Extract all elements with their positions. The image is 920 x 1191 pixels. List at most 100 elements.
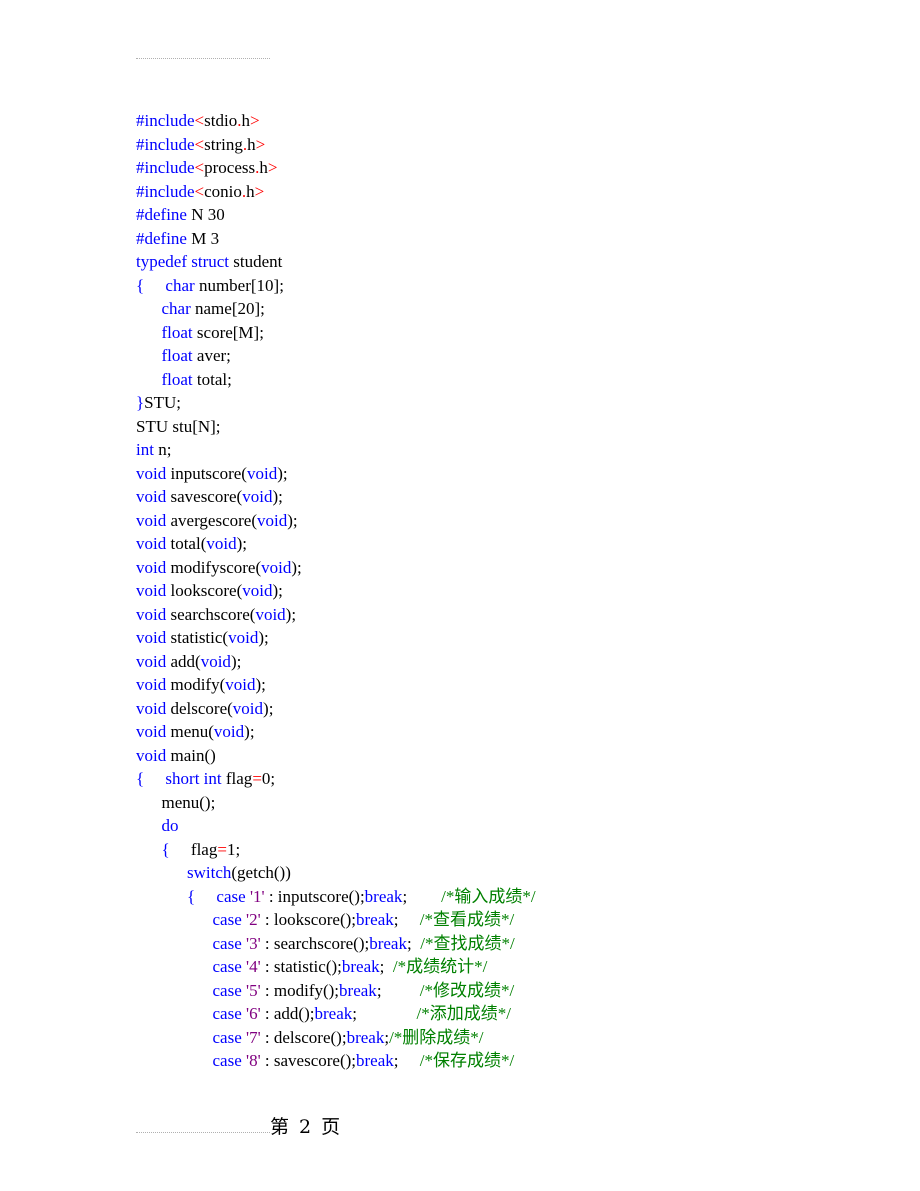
code-line: do xyxy=(136,814,536,838)
keyword-token: do xyxy=(161,816,179,835)
operator-token: = xyxy=(252,769,262,788)
keyword-token: void xyxy=(136,698,167,718)
char-literal-token: '6' xyxy=(246,1004,261,1023)
keyword-token: break xyxy=(369,933,407,953)
char-literal-token: '3' xyxy=(246,933,261,953)
comment-token: /*查看成绩*/ xyxy=(419,910,515,929)
keyword-token: case xyxy=(212,980,242,1000)
operator-token: < xyxy=(194,158,205,177)
code-text-token: ); xyxy=(263,698,274,718)
operator-token: > xyxy=(267,158,278,177)
code-line: void modify(void); xyxy=(136,673,536,697)
code-text-token: number[10]; xyxy=(194,275,284,295)
keyword-token: void xyxy=(200,651,231,671)
keyword-token: void xyxy=(228,628,259,647)
code-line: void total(void); xyxy=(136,532,536,556)
page-number: 第 2 页 xyxy=(270,1116,343,1138)
keyword-token: case xyxy=(212,1027,242,1047)
keyword-token: struct xyxy=(191,252,230,271)
code-text-token: name[20]; xyxy=(190,299,265,318)
keyword-token: void xyxy=(213,722,245,741)
code-text-token: statistic( xyxy=(166,628,229,647)
keyword-token: { xyxy=(187,886,196,906)
footer-rule xyxy=(136,1132,270,1133)
code-text-token: ; xyxy=(393,1051,420,1070)
code-text-token: STU; xyxy=(144,393,182,412)
operator-token: > xyxy=(249,111,260,130)
keyword-token: void xyxy=(242,581,273,600)
code-line: void lookscore(void); xyxy=(136,579,536,603)
code-line: switch(getch()) xyxy=(136,861,536,885)
code-text-token: : modify(); xyxy=(260,980,340,1000)
code-text-token: ); xyxy=(272,487,283,506)
keyword-token: void xyxy=(225,675,256,694)
keyword-token: break xyxy=(314,1004,353,1023)
code-line: case '4' : statistic();break; /*成绩统计*/ xyxy=(136,955,536,979)
code-text-token: add( xyxy=(166,651,201,671)
code-line: case '7' : delscore();break;/*删除成绩*/ xyxy=(136,1026,536,1050)
keyword-token: { xyxy=(161,839,170,859)
code-text-token: menu(); xyxy=(136,792,216,812)
code-text-token: delscore( xyxy=(166,698,233,718)
code-line: case '8' : savescore();break; /*保存成绩*/ xyxy=(136,1049,536,1073)
code-line: #include<stdio.h> xyxy=(136,109,536,133)
code-line: STU stu[N]; xyxy=(136,415,536,439)
code-text-token: ); xyxy=(255,675,266,694)
code-text-token: ); xyxy=(236,534,247,553)
code-line: typedef struct student xyxy=(136,250,536,274)
char-literal-token: '4' xyxy=(246,957,261,976)
header-rule xyxy=(136,58,270,59)
code-line: void statistic(void); xyxy=(136,626,536,650)
code-line: char name[20]; xyxy=(136,297,536,321)
code-text-token: : searchscore(); xyxy=(260,933,370,953)
keyword-token: void xyxy=(136,675,167,694)
comment-token: /*添加成绩*/ xyxy=(416,1004,511,1023)
keyword-token: case xyxy=(212,1051,242,1070)
comment-token: /*删除成绩*/ xyxy=(389,1027,484,1047)
comment-token: /*成绩统计*/ xyxy=(392,957,488,976)
code-line: case '3' : searchscore();break; /*查找成绩*/ xyxy=(136,932,536,956)
keyword-token: break xyxy=(346,1027,385,1047)
code-line: void modifyscore(void); xyxy=(136,556,536,580)
code-text-token: string xyxy=(204,134,243,154)
keyword-token: break xyxy=(356,910,394,929)
code-text-token: menu( xyxy=(166,722,214,741)
code-line: case '5' : modify();break; /*修改成绩*/ xyxy=(136,979,536,1003)
keyword-token: void xyxy=(136,557,167,577)
code-text-token: searchscore( xyxy=(166,604,256,624)
code-text-token: N 30 xyxy=(186,205,225,224)
code-line: void main() xyxy=(136,744,536,768)
operator-token: > xyxy=(255,134,266,154)
code-text-token: modify( xyxy=(166,675,226,694)
code-text-token: flag xyxy=(221,769,253,788)
code-text-token: process xyxy=(204,158,256,177)
code-text-token: ); xyxy=(291,557,302,577)
code-text-token: flag xyxy=(169,839,218,859)
operator-token: > xyxy=(254,181,265,201)
keyword-token: void xyxy=(136,510,167,530)
keyword-token: void xyxy=(136,534,167,553)
code-line: float total; xyxy=(136,368,536,392)
code-line: void inputscore(void); xyxy=(136,462,536,486)
keyword-token: void xyxy=(136,487,167,506)
code-line: #define N 30 xyxy=(136,203,536,227)
code-line: int n; xyxy=(136,438,536,462)
keyword-token: void xyxy=(136,581,167,600)
operator-token: < xyxy=(194,134,205,154)
char-literal-token: '2' xyxy=(246,910,261,929)
keyword-token: short int xyxy=(165,769,222,788)
keyword-token: case xyxy=(212,910,242,929)
code-text-token: aver; xyxy=(192,346,231,365)
keyword-token: #include xyxy=(136,134,195,154)
keyword-token: #include xyxy=(136,181,195,201)
code-line: { short int flag=0; xyxy=(136,767,536,791)
